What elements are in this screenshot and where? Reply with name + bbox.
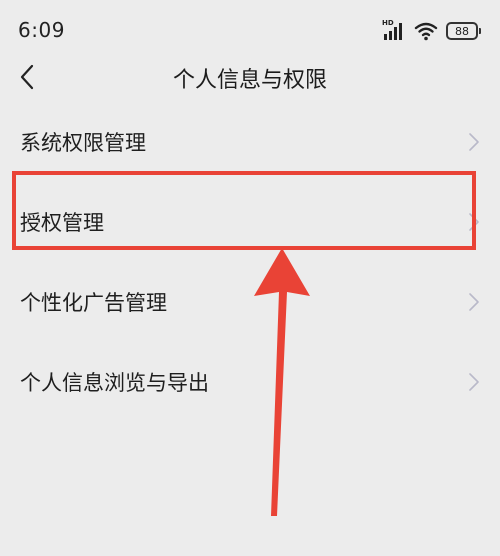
battery-icon: 88	[446, 22, 481, 40]
menu-item-label: 个人信息浏览与导出	[20, 371, 209, 395]
menu-item-system-permissions[interactable]: 系统权限管理	[0, 102, 500, 182]
menu-item-label: 系统权限管理	[20, 131, 146, 155]
menu-item-authorization-management[interactable]: 授权管理	[0, 182, 500, 262]
wifi-icon	[414, 22, 438, 41]
status-time: 6:09	[18, 18, 65, 42]
status-icons: HD 88	[382, 19, 481, 42]
menu-item-label: 授权管理	[20, 211, 104, 235]
cellular-signal-icon: HD	[382, 19, 406, 41]
nav-bar: 个人信息与权限	[0, 52, 500, 102]
menu-item-label: 个性化广告管理	[20, 291, 167, 315]
menu-item-personal-info-export[interactable]: 个人信息浏览与导出	[0, 342, 500, 422]
settings-menu-list: 系统权限管理 授权管理 个性化广告管理 个人信息浏览与导出	[0, 102, 500, 422]
hd-label: HD	[382, 19, 394, 27]
chevron-right-icon	[469, 133, 479, 151]
chevron-right-icon	[469, 373, 479, 391]
chevron-right-icon	[469, 213, 479, 231]
status-bar: 6:09 HD 88	[0, 0, 500, 56]
page-title: 个人信息与权限	[172, 68, 327, 93]
chevron-right-icon	[469, 293, 479, 311]
menu-item-personalized-ads[interactable]: 个性化广告管理	[0, 262, 500, 342]
battery-level: 88	[455, 24, 469, 38]
